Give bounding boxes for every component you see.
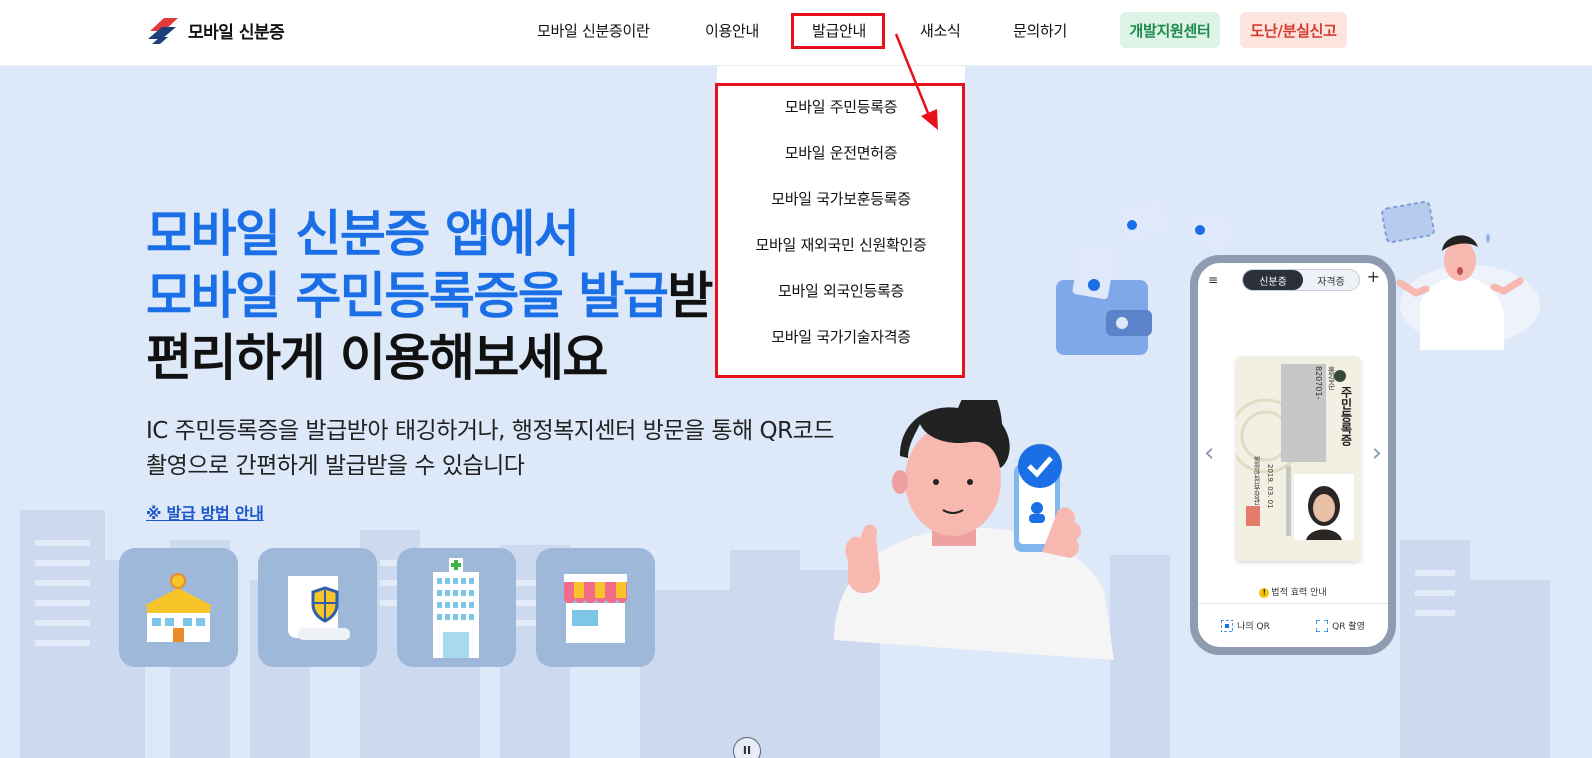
school-tile	[119, 548, 238, 667]
dropdown-item-overseas-id[interactable]: 모바일 재외국민 신원확인증	[717, 234, 965, 255]
my-qr-item: 나의 QR	[1221, 619, 1270, 632]
my-qr-label: 나의 QR	[1237, 622, 1270, 632]
phone-prev-icon: ‹	[1204, 438, 1215, 468]
certificate-shield-icon	[288, 576, 350, 640]
resident-id-card-image: 주민등록증 홍길순 820701- 2019. 03. 01 행정안전부장관	[1236, 356, 1361, 561]
hero-headline: 모바일 신분증 앱에서 모바일 주민등록증을 발급받 편리하게 이용해보세요	[146, 203, 713, 389]
hospital-building-icon	[433, 558, 479, 658]
nav-about[interactable]: 모바일 신분증이란	[537, 20, 650, 41]
legal-effect-notice: ! 법적 효력 안내	[1198, 585, 1388, 598]
id-card-name: 홍길순	[1327, 366, 1336, 390]
site-header: 모바일 신분증 모바일 신분증이란 이용안내 발급안내 새소식 문의하기 개발지…	[0, 0, 1592, 66]
warning-icon: !	[1259, 588, 1270, 598]
annotation-arrow-icon	[894, 33, 938, 130]
lost-report-button[interactable]: 도난/분실신고	[1240, 12, 1347, 48]
dropdown-item-veteran-card[interactable]: 모바일 국가보훈등록증	[717, 188, 965, 209]
headline-line-2-blue: 모바일 주민등록증을 발급	[146, 267, 669, 325]
school-icon	[144, 573, 213, 642]
nav-contact[interactable]: 문의하기	[1013, 20, 1067, 41]
qr-scan-label: QR 촬영	[1332, 622, 1365, 632]
store-tile	[536, 548, 655, 667]
hero-description-line-1: IC 주민등록증을 발급받아 태깅하거나, 행정복지센터 방문을 통해 QR코드	[146, 418, 834, 444]
nav-usage-guide[interactable]: 이용안내	[705, 20, 759, 41]
phone-tab-license: 자격증	[1317, 276, 1345, 288]
logo-mark-icon	[148, 18, 178, 44]
phone-tab-id: 신분증	[1243, 270, 1303, 290]
dropdown-item-foreigner-card[interactable]: 모바일 외국인등록증	[717, 280, 965, 301]
qr-scan-item: QR 촬영	[1316, 619, 1365, 632]
nav-issuance-highlight-box	[791, 13, 885, 49]
headline-line-3: 편리하게 이용해보세요	[146, 329, 608, 387]
headline-line-2-dark: 받	[667, 267, 713, 325]
dropdown-item-driver-license[interactable]: 모바일 운전면허증	[717, 142, 965, 163]
man-with-phone-illustration	[834, 400, 1114, 660]
phone-bottom-bar: 나의 QR QR 촬영	[1198, 603, 1388, 647]
id-card-title: 주민등록증	[1339, 386, 1353, 446]
id-card-issuer: 행정안전부장관	[1253, 456, 1261, 505]
dropdown-item-tech-license[interactable]: 모바일 국가기술자격증	[717, 326, 965, 347]
slider-pause-button[interactable]: II	[733, 737, 761, 758]
phone-menu-icon: ≡	[1208, 273, 1219, 287]
qr-code-icon	[1221, 619, 1234, 632]
phone-tab-switch: 신분증 자격증	[1242, 269, 1360, 291]
scan-frame-icon	[1316, 619, 1329, 632]
headline-line-1: 모바일 신분증 앱에서	[146, 205, 580, 263]
phone-next-icon: ›	[1371, 438, 1382, 468]
worried-man-illustration	[1381, 200, 1540, 350]
hero-description-line-2: 촬영으로 간편하게 발급받을 수 있습니다	[146, 453, 525, 479]
phone-mockup: ≡ 신분증 자격증 + ‹ › 주민등록증 홍길순 820701- 2019. …	[1190, 255, 1396, 655]
hospital-tile	[397, 548, 516, 667]
site-logo[interactable]: 모바일 신분증	[146, 15, 285, 45]
store-icon	[564, 574, 627, 643]
issuance-method-guide-link[interactable]: ※ 발급 방법 안내	[146, 500, 264, 524]
id-card-date: 2019. 03. 01	[1266, 464, 1274, 509]
dev-center-button[interactable]: 개발지원센터	[1120, 12, 1220, 48]
legal-effect-notice-text: 법적 효력 안내	[1271, 588, 1327, 598]
id-card-number: 820701-	[1314, 366, 1323, 400]
hero-description: IC 주민등록증을 발급받아 태깅하거나, 행정복지센터 방문을 통해 QR코드…	[146, 414, 834, 484]
certificate-tile	[258, 548, 377, 667]
pause-icon: II	[742, 744, 752, 757]
logo-text: 모바일 신분증	[188, 22, 285, 43]
phone-plus-icon: +	[1366, 267, 1380, 286]
